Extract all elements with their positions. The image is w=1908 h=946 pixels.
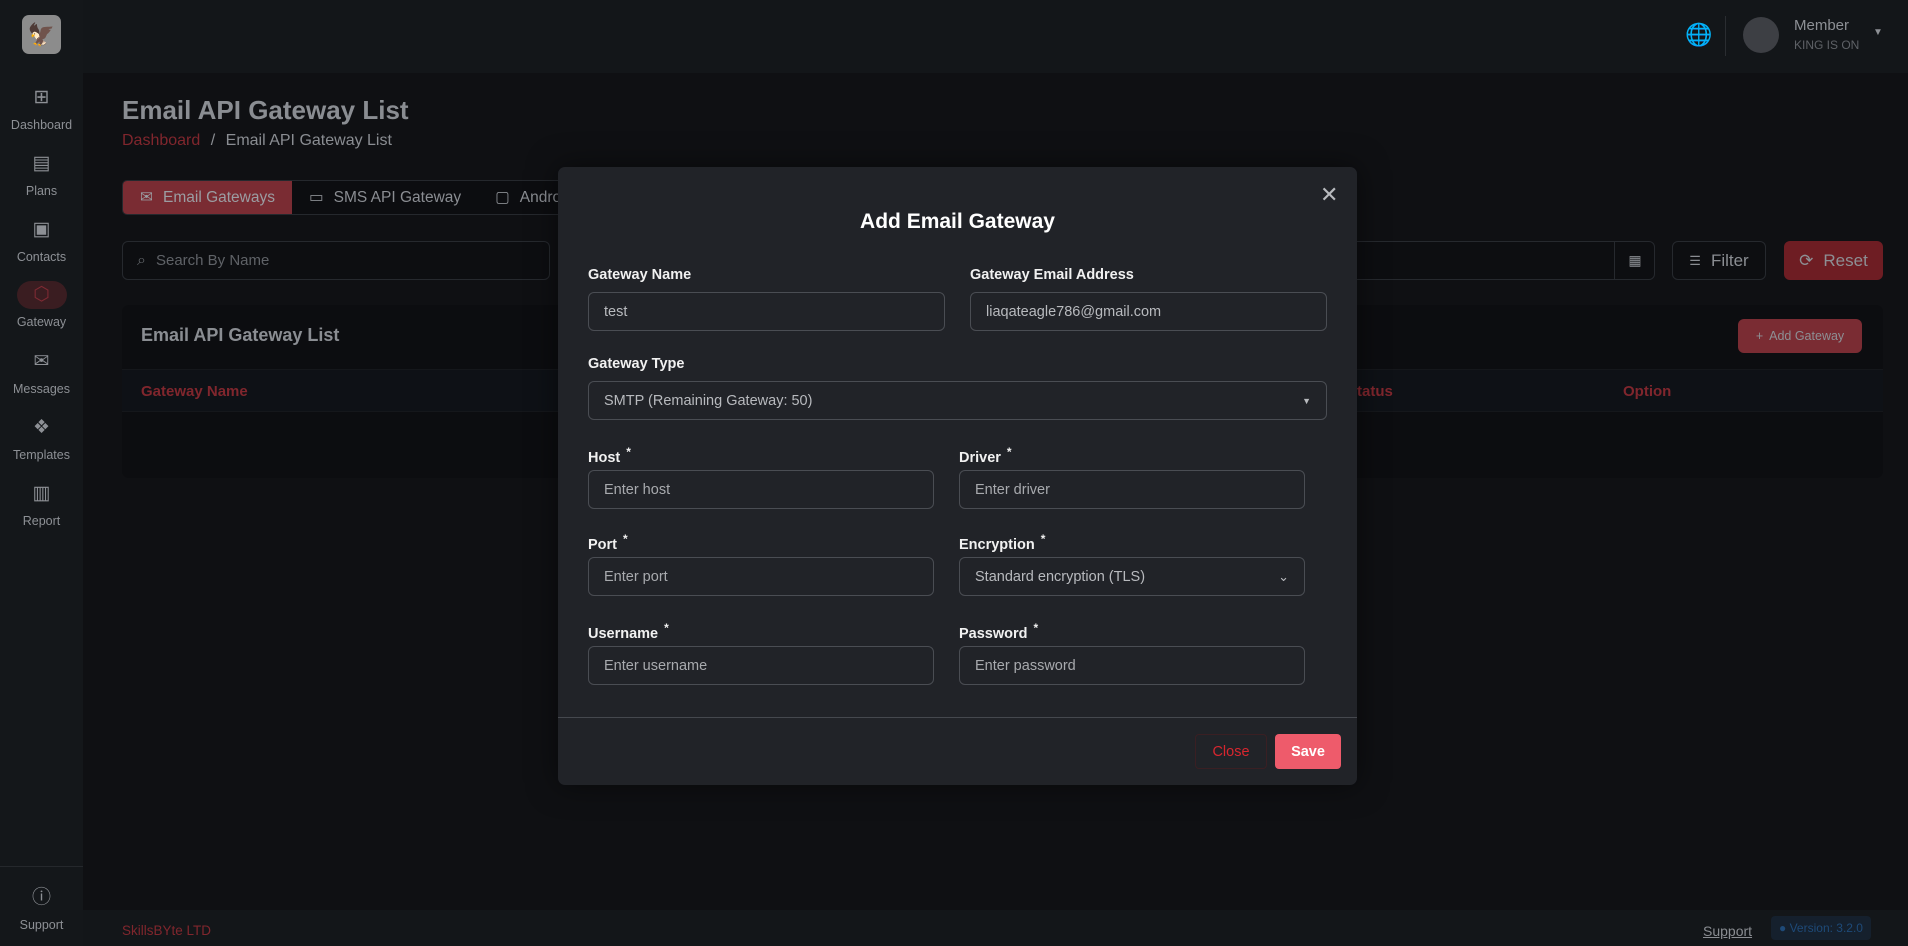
tab-email-gateways[interactable]: ✉ Email Gateways: [123, 181, 292, 214]
save-button[interactable]: Save: [1275, 734, 1341, 769]
globe-icon[interactable]: 🌐: [1685, 22, 1712, 48]
sidebar-item-contacts[interactable]: ▣ Contacts: [0, 216, 83, 264]
close-button[interactable]: Close: [1195, 734, 1267, 769]
bar-chart-icon: ▥: [32, 483, 51, 504]
page-title: Email API Gateway List: [122, 95, 409, 125]
sidebar-item-templates[interactable]: ❖ Templates: [0, 414, 83, 462]
sidebar-item-plans[interactable]: ▤ Plans: [0, 150, 83, 198]
gateway-type-label: Gateway Type: [588, 356, 685, 372]
grid-icon: ⊞: [33, 87, 50, 108]
top-header: 🌐 Member KING IS ON ▼: [83, 0, 1908, 73]
caret-down-icon[interactable]: ▼: [1873, 27, 1883, 38]
layers-icon: ❖: [32, 417, 51, 438]
column-gateway-name: Gateway Name: [141, 383, 248, 400]
close-icon[interactable]: ✕: [1320, 182, 1338, 208]
breadcrumb-current: Email API Gateway List: [225, 132, 392, 149]
gateway-email-input[interactable]: [970, 292, 1327, 331]
newspaper-icon: ▤: [32, 153, 51, 174]
user-subtitle: KING IS ON: [1794, 38, 1860, 52]
mail-send-icon: ✉: [33, 351, 50, 372]
breadcrumb-dashboard[interactable]: Dashboard: [122, 132, 200, 149]
contact-book-icon: ▣: [32, 219, 51, 240]
password-label: Password *: [959, 621, 1039, 642]
encryption-label: Encryption *: [959, 532, 1046, 553]
username-label: Username *: [588, 621, 669, 642]
column-option: Option: [1623, 383, 1672, 400]
host-input[interactable]: [588, 470, 934, 509]
chat-icon: ▭: [308, 189, 324, 206]
app-logo[interactable]: 🦅: [22, 15, 61, 54]
footer-company: SkillsBYte LTD: [122, 923, 212, 938]
sidebar-divider: [0, 866, 83, 867]
modal-title: Add Email Gateway: [860, 210, 1055, 233]
search-input[interactable]: ⌕ Search By Name: [122, 241, 550, 280]
gateway-tabs: ✉ Email Gateways ▭ SMS API Gateway ▢ Androi…: [122, 180, 622, 215]
refresh-icon: ⟳: [1799, 250, 1814, 270]
footer-support-link[interactable]: Support: [1703, 923, 1752, 939]
password-input[interactable]: [959, 646, 1305, 685]
user-name: Member: [1794, 17, 1850, 34]
gateway-type-select[interactable]: SMTP (Remaining Gateway: 50) ▼: [588, 381, 1327, 420]
card-title: Email API Gateway List: [141, 325, 340, 345]
port-input[interactable]: [588, 557, 934, 596]
add-gateway-button[interactable]: + Add Gateway: [1738, 319, 1862, 353]
sidebar-item-report[interactable]: ▥ Report: [0, 480, 83, 528]
port-label: Port *: [588, 532, 628, 553]
gateway-email-label: Gateway Email Address: [970, 267, 1134, 283]
caret-down-icon: ▼: [1302, 395, 1311, 406]
sidebar-item-messages[interactable]: ✉ Messages: [0, 348, 83, 396]
gateway-name-label: Gateway Name: [588, 267, 692, 283]
mail-icon: ✉: [140, 189, 153, 206]
avatar[interactable]: [1743, 17, 1779, 53]
reset-button[interactable]: ⟳ Reset: [1784, 241, 1883, 280]
modal-footer-divider: [558, 717, 1357, 718]
driver-input[interactable]: [959, 470, 1305, 509]
sidebar: 🦅 ⊞ Dashboard ▤ Plans ▣ Contacts ⬡ Gateway ✉…: [0, 0, 83, 946]
search-icon: ⌕: [137, 251, 146, 269]
android-icon: ▢: [495, 189, 510, 206]
sidebar-item-gateway[interactable]: ⬡ Gateway: [0, 281, 83, 329]
host-label: Host *: [588, 445, 631, 466]
plus-icon: +: [1755, 329, 1764, 343]
gateway-name-input[interactable]: [588, 292, 945, 331]
filter-icon: ☰: [1689, 252, 1701, 268]
encryption-select[interactable]: Standard encryption (TLS) ⌄: [959, 557, 1305, 596]
add-email-gateway-modal: ✕ Add Email Gateway Gateway Name Gateway…: [558, 167, 1357, 785]
version-badge: ● Version: 3.2.0: [1771, 916, 1871, 940]
driver-label: Driver *: [959, 445, 1012, 466]
tab-sms-api-gateway[interactable]: ▭ SMS API Gateway: [292, 181, 478, 214]
sidebar-support[interactable]: ⓘ Support: [0, 884, 83, 932]
cube-icon: ⬡: [16, 281, 67, 309]
sidebar-item-dashboard[interactable]: ⊞ Dashboard: [0, 84, 83, 132]
username-input[interactable]: [588, 646, 934, 685]
header-divider: [1725, 16, 1726, 56]
footer: SkillsBYte LTD Support ● Version: 3.2.0: [83, 910, 1908, 946]
calendar-icon[interactable]: ▦: [1614, 242, 1655, 279]
chevron-down-icon: ⌄: [1278, 568, 1289, 584]
help-circle-icon: ⓘ: [31, 887, 51, 908]
filter-button[interactable]: ☰ Filter: [1672, 241, 1766, 280]
breadcrumb: Dashboard / Email API Gateway List: [122, 132, 392, 149]
